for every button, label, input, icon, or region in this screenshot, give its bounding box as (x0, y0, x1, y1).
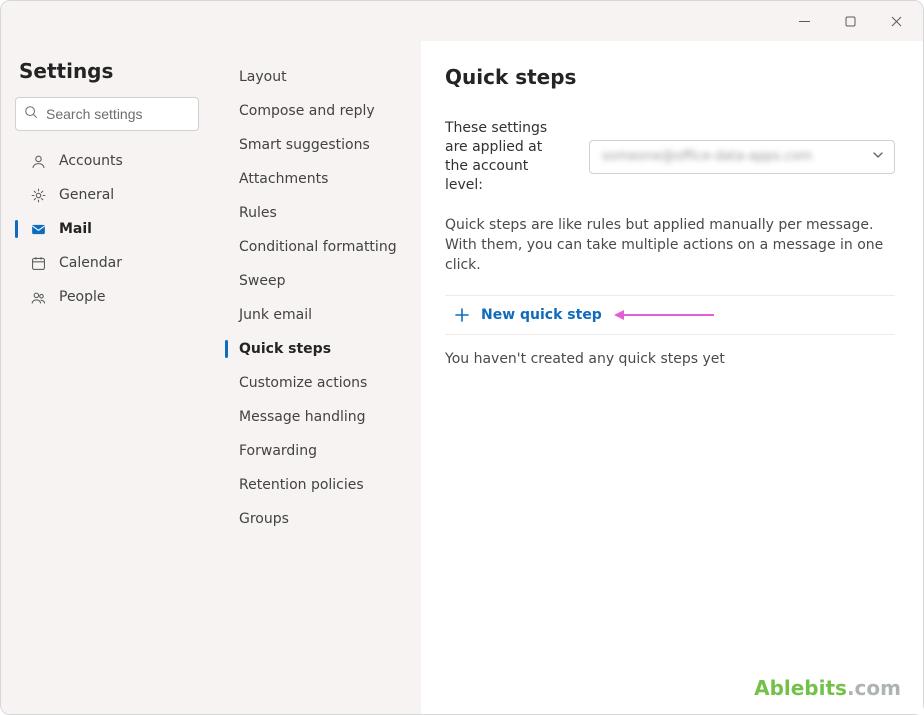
subnav-smart-suggestions[interactable]: Smart suggestions (225, 129, 411, 161)
subnav-label: Rules (239, 205, 277, 221)
subnav-message-handling[interactable]: Message handling (225, 401, 411, 433)
subnav-retention-policies[interactable]: Retention policies (225, 469, 411, 501)
arrow-annotation-icon (614, 310, 714, 320)
subnav-rules[interactable]: Rules (225, 197, 411, 229)
search-icon (24, 105, 38, 123)
sidebar-item-calendar[interactable]: Calendar (15, 247, 199, 279)
settings-title: Settings (19, 59, 195, 83)
subnav-label: Customize actions (239, 375, 367, 391)
subnav-label: Forwarding (239, 443, 317, 459)
person-icon (29, 153, 47, 170)
subnav-layout[interactable]: Layout (225, 61, 411, 93)
main-panel: Quick steps These settings are applied a… (421, 41, 923, 714)
subnav-label: Layout (239, 69, 287, 85)
sidebar-nav: Accounts General Mail (15, 145, 199, 313)
subnav-attachments[interactable]: Attachments (225, 163, 411, 195)
subnav-quick-steps[interactable]: Quick steps (225, 333, 411, 365)
account-select[interactable]: someone@office-data-apps.com (589, 140, 895, 174)
search-wrap (15, 97, 199, 131)
new-quick-step-button[interactable]: New quick step (447, 306, 602, 324)
chevron-down-icon (872, 149, 884, 165)
account-scope-row: These settings are applied at the accoun… (445, 119, 895, 195)
maximize-button[interactable] (827, 5, 873, 37)
subnav-label: Junk email (239, 307, 312, 323)
sidebar-item-people[interactable]: People (15, 281, 199, 313)
subnav-forwarding[interactable]: Forwarding (225, 435, 411, 467)
mail-icon (29, 221, 47, 238)
new-quick-step-label: New quick step (481, 307, 602, 323)
page-title: Quick steps (445, 65, 895, 89)
subnav-junk-email[interactable]: Junk email (225, 299, 411, 331)
gear-icon (29, 187, 47, 204)
subnav-label: Smart suggestions (239, 137, 370, 153)
calendar-icon (29, 255, 47, 272)
titlebar (1, 1, 923, 41)
sidebar-item-label: General (59, 187, 114, 203)
subnav-conditional-formatting[interactable]: Conditional formatting (225, 231, 411, 263)
subnav-label: Sweep (239, 273, 285, 289)
sidebar-item-accounts[interactable]: Accounts (15, 145, 199, 177)
quick-steps-description: Quick steps are like rules but applied m… (445, 215, 895, 276)
watermark: Ablebits.com (754, 676, 901, 700)
sidebar-item-label: Accounts (59, 153, 123, 169)
subnav-label: Quick steps (239, 341, 331, 357)
plus-icon (453, 306, 471, 324)
people-icon (29, 289, 47, 306)
subnav-label: Retention policies (239, 477, 364, 493)
minimize-button[interactable] (781, 5, 827, 37)
subnav-compose[interactable]: Compose and reply (225, 95, 411, 127)
new-quick-step-row: New quick step (445, 295, 895, 335)
sidebar-item-mail[interactable]: Mail (15, 213, 199, 245)
subnav-label: Message handling (239, 409, 366, 425)
settings-window: Settings Accounts Gene (0, 0, 924, 715)
subnav-label: Attachments (239, 171, 328, 187)
sidebar-item-label: Calendar (59, 255, 122, 271)
watermark-tld: .com (847, 676, 901, 700)
subnav-label: Groups (239, 511, 289, 527)
sidebar-item-general[interactable]: General (15, 179, 199, 211)
account-select-value: someone@office-data-apps.com (602, 149, 812, 164)
subnav-label: Conditional formatting (239, 239, 397, 255)
watermark-brand: Ablebits (754, 676, 847, 700)
subnav-groups[interactable]: Groups (225, 503, 411, 535)
empty-state-text: You haven't created any quick steps yet (445, 351, 895, 367)
subnav-customize-actions[interactable]: Customize actions (225, 367, 411, 399)
account-scope-label: These settings are applied at the accoun… (445, 119, 563, 195)
subnav-label: Compose and reply (239, 103, 375, 119)
sidebar-item-label: People (59, 289, 106, 305)
subnav-sweep[interactable]: Sweep (225, 265, 411, 297)
settings-sidebar: Settings Accounts Gene (1, 41, 211, 714)
sidebar-item-label: Mail (59, 221, 92, 237)
mail-subnav: Layout Compose and reply Smart suggestio… (211, 41, 421, 714)
close-button[interactable] (873, 5, 919, 37)
search-input[interactable] (15, 97, 199, 131)
